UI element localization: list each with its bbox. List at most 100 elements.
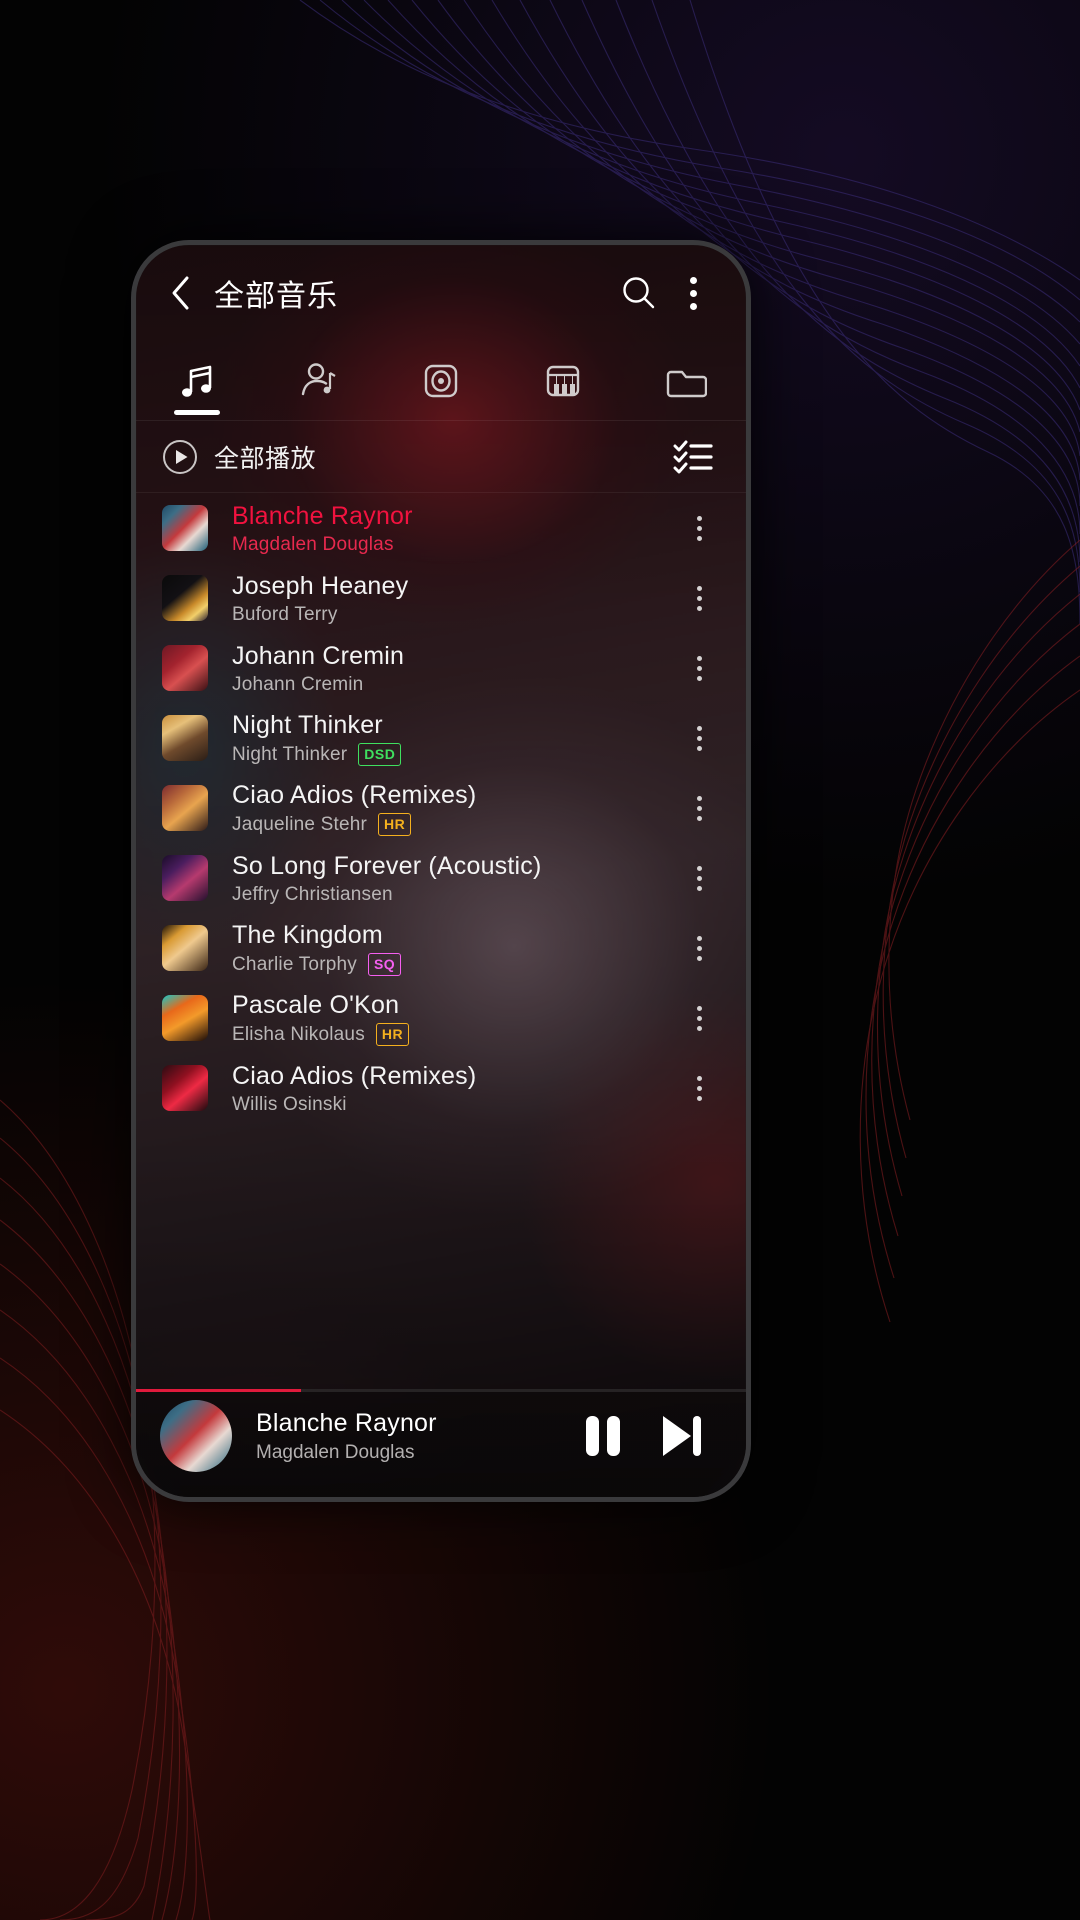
kebab-dot (696, 815, 702, 821)
search-button[interactable] (612, 266, 666, 320)
kebab-dot (696, 605, 702, 611)
kebab-dot (696, 1015, 702, 1021)
checklist-icon (673, 440, 713, 473)
multi-select-button[interactable] (668, 432, 718, 482)
song-subline: Night Thinker DSD (232, 743, 676, 766)
song-row[interactable]: Johann Cremin Johann Cremin (136, 633, 746, 703)
song-title: Pascale O'Kon (232, 991, 400, 1019)
song-overflow-button[interactable] (676, 848, 722, 908)
tab-folders[interactable] (624, 341, 746, 421)
piano-keys-icon (546, 365, 580, 396)
search-icon (623, 277, 655, 309)
kebab-dot (696, 875, 702, 881)
quality-badge: HR (378, 813, 412, 836)
quality-badge: SQ (367, 953, 402, 976)
playback-progress-fill (136, 1389, 301, 1392)
kebab-dot (696, 945, 702, 951)
skip-next-icon (663, 1416, 701, 1456)
song-subline: Magdalen Douglas (232, 534, 676, 556)
music-note-icon (182, 365, 212, 397)
kebab-dot (689, 276, 697, 284)
pause-icon (586, 1416, 620, 1456)
song-subline: Jaqueline Stehr HR (232, 813, 676, 836)
phone-device-frame: 全部音乐 全部播放 Blanche Raynor Magdalen Dougla… (131, 240, 751, 1502)
song-artist: Night Thinker (232, 743, 348, 765)
song-row[interactable]: Ciao Adios (Remixes) Willis Osinski (136, 1053, 746, 1123)
song-row[interactable]: Blanche Raynor Magdalen Douglas (136, 493, 746, 563)
back-button[interactable] (158, 271, 202, 315)
playback-progress-track[interactable] (136, 1389, 746, 1392)
kebab-dot (696, 745, 702, 751)
tab-songs[interactable] (136, 341, 258, 421)
song-meta: Night Thinker Night Thinker DSD (232, 710, 676, 766)
now-playing-artwork[interactable] (160, 1400, 232, 1472)
song-subline: Elisha Nikolaus HR (232, 1023, 676, 1046)
song-subline: Jeffry Christiansen (232, 884, 676, 906)
kebab-dot (696, 885, 702, 891)
song-artwork (162, 575, 208, 621)
song-overflow-button[interactable] (676, 988, 722, 1048)
song-row[interactable]: Night Thinker Night Thinker DSD (136, 703, 746, 773)
kebab-dot (696, 795, 702, 801)
song-meta: Blanche Raynor Magdalen Douglas (232, 501, 676, 556)
music-app: 全部音乐 全部播放 Blanche Raynor Magdalen Dougla… (136, 245, 746, 1497)
kebab-dot (696, 865, 702, 871)
song-title: So Long Forever (Acoustic) (232, 851, 542, 880)
pause-button[interactable] (572, 1405, 634, 1467)
tab-genres[interactable] (502, 341, 624, 421)
next-track-button[interactable] (650, 1405, 712, 1467)
song-artist: Elisha Nikolaus (232, 1023, 365, 1045)
kebab-dot (696, 525, 702, 531)
song-artwork (162, 925, 208, 971)
song-overflow-button[interactable] (676, 1058, 722, 1118)
song-meta: Johann Cremin Johann Cremin (232, 641, 676, 696)
folder-icon (666, 370, 707, 397)
kebab-dot (696, 1075, 702, 1081)
song-row[interactable]: Ciao Adios (Remixes) Jaqueline Stehr HR (136, 773, 746, 843)
song-title: Johann Cremin (232, 641, 405, 670)
song-overflow-button[interactable] (676, 498, 722, 558)
artist-note-icon (301, 362, 336, 395)
now-playing-title: Blanche Raynor (256, 1408, 437, 1437)
kebab-dot (696, 1025, 702, 1031)
song-artwork (162, 785, 208, 831)
kebab-dot (689, 289, 697, 297)
kebab-dot (696, 675, 702, 681)
mini-player-bar: Blanche Raynor Magdalen Douglas (136, 1389, 746, 1497)
song-subline: Buford Terry (232, 604, 676, 626)
song-overflow-button[interactable] (676, 568, 722, 628)
song-artist: Jeffry Christiansen (232, 883, 393, 905)
song-artist: Charlie Torphy (232, 953, 357, 975)
overflow-menu-button[interactable] (666, 266, 720, 320)
now-playing-meta: Blanche Raynor Magdalen Douglas (256, 1409, 572, 1464)
song-row[interactable]: The Kingdom Charlie Torphy SQ (136, 913, 746, 983)
song-overflow-button[interactable] (676, 638, 722, 698)
album-disc-icon (424, 364, 458, 397)
song-title: Night Thinker (232, 711, 383, 739)
kebab-dot (696, 585, 702, 591)
song-row[interactable]: Pascale O'Kon Elisha Nikolaus HR (136, 983, 746, 1053)
song-list[interactable]: Blanche Raynor Magdalen Douglas Joseph Hea… (136, 493, 746, 1389)
song-row[interactable]: So Long Forever (Acoustic) Jeffry Christi… (136, 843, 746, 913)
kebab-dot (696, 1095, 702, 1101)
song-meta: The Kingdom Charlie Torphy SQ (232, 920, 676, 976)
kebab-dot (696, 1005, 702, 1011)
now-playing-artist: Magdalen Douglas (256, 1441, 415, 1463)
song-row[interactable]: Joseph Heaney Buford Terry (136, 563, 746, 633)
page-title: 全部音乐 (214, 280, 338, 313)
kebab-dot (696, 535, 702, 541)
tab-artists[interactable] (258, 341, 380, 421)
kebab-dot (696, 955, 702, 961)
play-all-row[interactable]: 全部播放 (136, 421, 746, 493)
phone-screen: 全部音乐 全部播放 Blanche Raynor Magdalen Dougla… (136, 245, 746, 1497)
song-title: Blanche Raynor (232, 501, 413, 530)
kebab-dot (696, 735, 702, 741)
kebab-dot (696, 1085, 702, 1091)
kebab-dot (696, 665, 702, 671)
song-meta: Ciao Adios (Remixes) Willis Osinski (232, 1061, 676, 1116)
tab-albums[interactable] (380, 341, 502, 421)
song-overflow-button[interactable] (676, 708, 722, 768)
song-overflow-button[interactable] (676, 778, 722, 838)
song-overflow-button[interactable] (676, 918, 722, 978)
kebab-dot (689, 302, 697, 310)
